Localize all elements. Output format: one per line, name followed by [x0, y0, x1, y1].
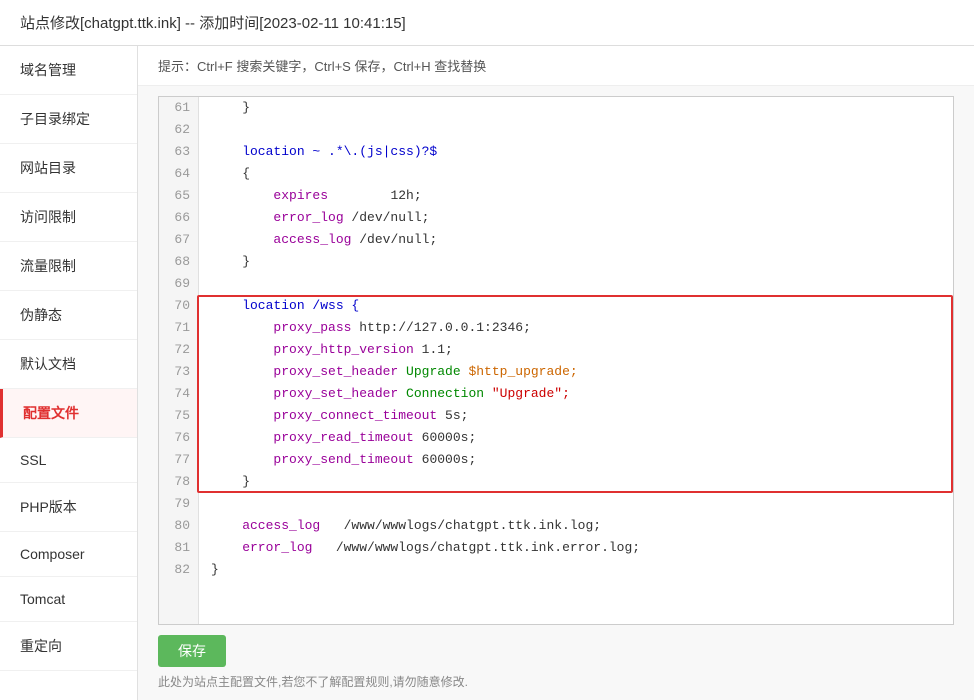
sidebar-item-域名管理[interactable]: 域名管理: [0, 46, 137, 95]
code-line-74: proxy_set_header Connection "Upgrade";: [211, 383, 941, 405]
code-line-65: expires 12h;: [211, 185, 941, 207]
code-line-82: }: [211, 559, 941, 581]
line-numbers: 6162636465666768697071727374757677787980…: [159, 97, 199, 624]
sidebar-item-Tomcat[interactable]: Tomcat: [0, 577, 137, 622]
code-line-81: error_log /www/wwwlogs/chatgpt.ttk.ink.e…: [211, 537, 941, 559]
code-line-72: proxy_http_version 1.1;: [211, 339, 941, 361]
code-line-77: proxy_send_timeout 60000s;: [211, 449, 941, 471]
code-line-75: proxy_connect_timeout 5s;: [211, 405, 941, 427]
sidebar-item-流量限制[interactable]: 流量限制: [0, 242, 137, 291]
code-line-71: proxy_pass http://127.0.0.1:2346;: [211, 317, 941, 339]
code-line-80: access_log /www/wwwlogs/chatgpt.ttk.ink.…: [211, 515, 941, 537]
sidebar-item-子目录绑定[interactable]: 子目录绑定: [0, 95, 137, 144]
sidebar-item-访问限制[interactable]: 访问限制: [0, 193, 137, 242]
page-title: 站点修改[chatgpt.ttk.ink] -- 添加时间[2023-02-11…: [20, 15, 406, 32]
code-line-69: [211, 273, 941, 295]
code-line-64: {: [211, 163, 941, 185]
code-line-73: proxy_set_header Upgrade $http_upgrade;: [211, 361, 941, 383]
code-line-68: }: [211, 251, 941, 273]
sidebar-item-重定向[interactable]: 重定向: [0, 622, 137, 671]
sidebar-item-配置文件[interactable]: 配置文件: [0, 389, 137, 438]
sidebar-item-伪静态[interactable]: 伪静态: [0, 291, 137, 340]
code-line-78: }: [211, 471, 941, 493]
sidebar-item-Composer[interactable]: Composer: [0, 532, 137, 577]
content-area: 提示：Ctrl+F 搜索关键字，Ctrl+S 保存，Ctrl+H 查找替换 61…: [138, 46, 974, 700]
title-bar: 站点修改[chatgpt.ttk.ink] -- 添加时间[2023-02-11…: [0, 0, 974, 46]
save-button[interactable]: 保存: [158, 635, 226, 667]
code-line-66: error_log /dev/null;: [211, 207, 941, 229]
code-line-70: location /wss {: [211, 295, 941, 317]
code-editor-wrapper[interactable]: 6162636465666768697071727374757677787980…: [158, 96, 954, 625]
sidebar-item-网站目录[interactable]: 网站目录: [0, 144, 137, 193]
code-line-61: }: [211, 97, 941, 119]
sidebar: 域名管理子目录绑定网站目录访问限制流量限制伪静态默认文档配置文件SSLPHP版本…: [0, 46, 138, 700]
code-line-63: location ~ .*\.(js|css)?$: [211, 141, 941, 163]
code-line-76: proxy_read_timeout 60000s;: [211, 427, 941, 449]
sidebar-item-默认文档[interactable]: 默认文档: [0, 340, 137, 389]
code-line-67: access_log /dev/null;: [211, 229, 941, 251]
sidebar-item-PHP版本[interactable]: PHP版本: [0, 483, 137, 532]
code-line-79: [211, 493, 941, 515]
hint-bar: 提示：Ctrl+F 搜索关键字，Ctrl+S 保存，Ctrl+H 查找替换: [138, 46, 974, 86]
code-line-62: [211, 119, 941, 141]
footer-note: 此处为站点主配置文件,若您不了解配置规则,请勿随意修改.: [158, 673, 954, 690]
sidebar-item-SSL[interactable]: SSL: [0, 438, 137, 483]
